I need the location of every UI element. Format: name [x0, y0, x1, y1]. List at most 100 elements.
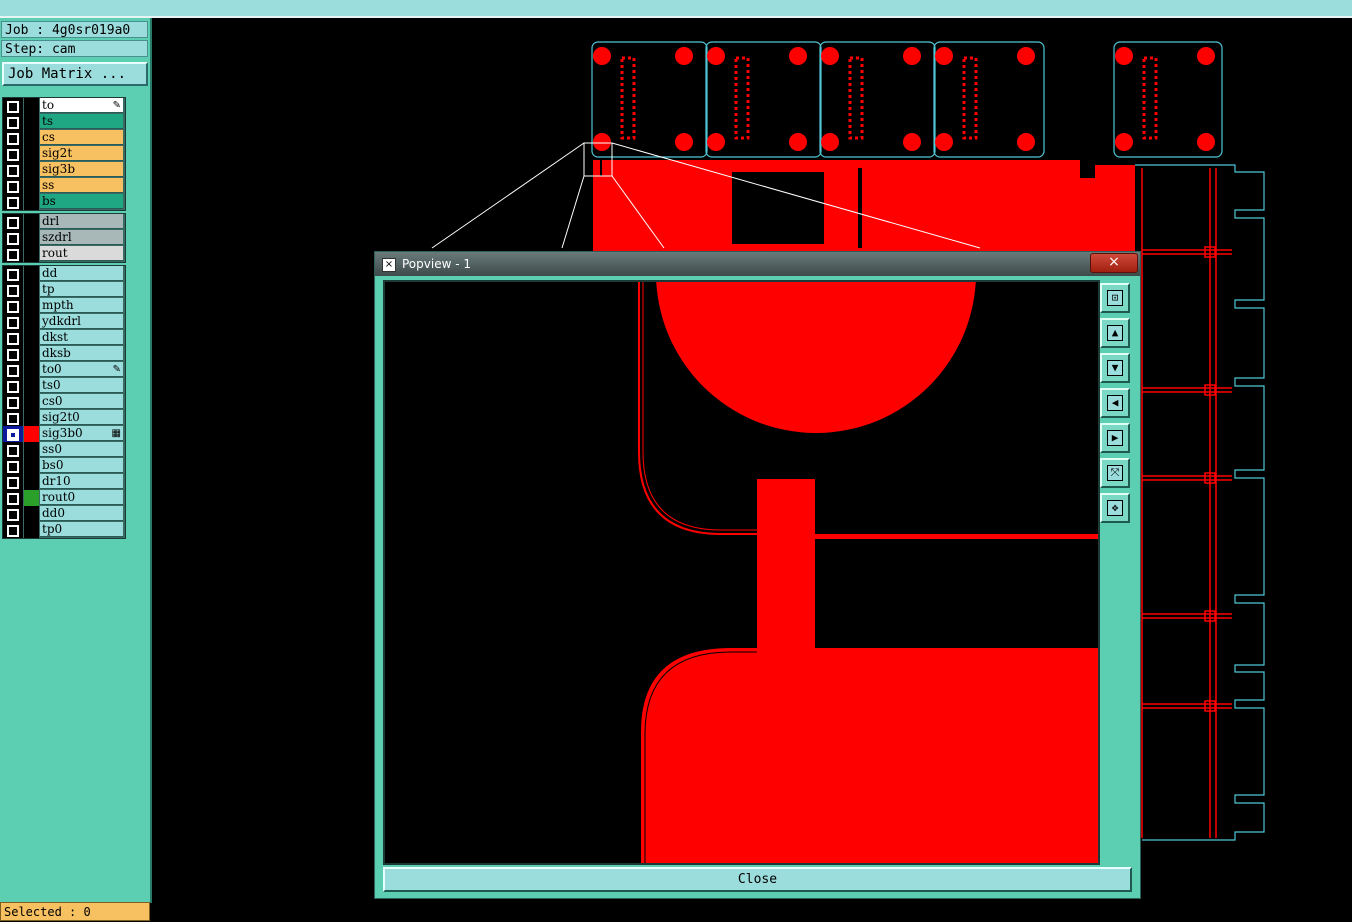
layer-color-swatch[interactable] — [24, 298, 39, 314]
layer-color-swatch[interactable] — [24, 362, 39, 378]
layer-checkbox[interactable] — [7, 429, 19, 441]
layer-name-bs[interactable]: bs — [40, 194, 123, 209]
popview-canvas[interactable] — [383, 280, 1100, 865]
layer-row[interactable]: rout — [3, 246, 123, 262]
zoom-window-button[interactable]: ⊡ — [1100, 283, 1130, 313]
pan-left-button[interactable]: ◀ — [1100, 388, 1130, 418]
layer-row[interactable]: dksb — [3, 346, 123, 362]
layer-checkbox[interactable] — [7, 365, 19, 377]
layer-color-swatch[interactable] — [24, 522, 39, 538]
layer-checkbox[interactable] — [7, 397, 19, 409]
layer-name-rout[interactable]: rout — [40, 246, 123, 261]
layer-row[interactable]: ts0 — [3, 378, 123, 394]
pan-up-button[interactable]: ▲ — [1100, 318, 1130, 348]
job-matrix-button[interactable]: Job Matrix ... — [2, 62, 148, 86]
layer-name-drl[interactable]: drl — [40, 214, 123, 229]
layer-checkbox[interactable] — [7, 493, 19, 505]
layer-color-swatch[interactable] — [24, 266, 39, 282]
layer-name-dkst[interactable]: dkst — [40, 330, 123, 345]
layer-color-swatch[interactable] — [24, 282, 39, 298]
layer-color-swatch[interactable] — [24, 346, 39, 362]
layer-checkbox[interactable] — [7, 217, 19, 229]
layer-color-swatch[interactable] — [24, 214, 39, 230]
layer-color-swatch[interactable] — [24, 178, 39, 194]
layer-row[interactable]: sig2t0 — [3, 410, 123, 426]
layer-color-swatch[interactable] — [24, 410, 39, 426]
layer-color-swatch[interactable] — [24, 394, 39, 410]
layer-checkbox[interactable] — [7, 285, 19, 297]
layer-color-swatch[interactable] — [24, 474, 39, 490]
layer-checkbox[interactable] — [7, 461, 19, 473]
layer-row[interactable]: sig3b0 ▦ — [3, 426, 123, 442]
layer-checkbox[interactable] — [7, 477, 19, 489]
layer-name-mpth[interactable]: mpth — [40, 298, 123, 313]
layer-color-swatch[interactable] — [24, 442, 39, 458]
layer-checkbox[interactable] — [7, 525, 19, 537]
layer-row[interactable]: ydkdrl — [3, 314, 123, 330]
layer-color-swatch[interactable] — [24, 98, 39, 114]
layer-checkbox[interactable] — [7, 269, 19, 281]
layer-color-swatch[interactable] — [24, 114, 39, 130]
layer-name-bs0[interactable]: bs0 — [40, 458, 123, 473]
layer-name-ydkdrl[interactable]: ydkdrl — [40, 314, 123, 329]
layer-checkbox[interactable] — [7, 413, 19, 425]
layer-name-cs[interactable]: cs — [40, 130, 123, 145]
layer-name-dd[interactable]: dd — [40, 266, 123, 281]
layer-row[interactable]: drl — [3, 214, 123, 230]
layer-row[interactable]: sig3b — [3, 162, 123, 178]
layer-name-dd0[interactable]: dd0 — [40, 506, 123, 521]
zoom-fit-button[interactable]: ⤧ — [1100, 458, 1130, 488]
layer-name-ts0[interactable]: ts0 — [40, 378, 123, 393]
layer-name-rout0[interactable]: rout0 — [40, 490, 123, 505]
layer-checkbox[interactable] — [7, 149, 19, 161]
layer-checkbox[interactable] — [7, 181, 19, 193]
zoom-home-button[interactable]: ✥ — [1100, 493, 1130, 523]
layer-checkbox[interactable] — [7, 381, 19, 393]
layer-color-swatch[interactable] — [24, 314, 39, 330]
layer-checkbox[interactable] — [7, 317, 19, 329]
layer-name-cs0[interactable]: cs0 — [40, 394, 123, 409]
layer-row[interactable]: bs — [3, 194, 123, 210]
layer-color-swatch[interactable] — [24, 426, 39, 442]
layer-color-swatch[interactable] — [24, 246, 39, 262]
layer-checkbox[interactable] — [7, 301, 19, 313]
layer-color-swatch[interactable] — [24, 162, 39, 178]
layer-name-sig3b[interactable]: sig3b — [40, 162, 123, 177]
layer-row[interactable]: dd — [3, 266, 123, 282]
layer-name-to[interactable]: to ✎ — [40, 98, 123, 113]
layer-checkbox[interactable] — [7, 349, 19, 361]
layer-row[interactable]: cs — [3, 130, 123, 146]
close-button[interactable]: Close — [383, 867, 1132, 892]
layer-name-tp0[interactable]: tp0 — [40, 522, 123, 537]
layer-row[interactable]: mpth — [3, 298, 123, 314]
layer-row[interactable]: szdrl — [3, 230, 123, 246]
layer-name-sig2t0[interactable]: sig2t0 — [40, 410, 123, 425]
layer-row[interactable]: cs0 — [3, 394, 123, 410]
layer-checkbox[interactable] — [7, 133, 19, 145]
layer-name-tp[interactable]: tp — [40, 282, 123, 297]
layer-row[interactable]: dd0 — [3, 506, 123, 522]
layer-row[interactable]: dkst — [3, 330, 123, 346]
layer-row[interactable]: ss — [3, 178, 123, 194]
layer-checkbox[interactable] — [7, 333, 19, 345]
layer-color-swatch[interactable] — [24, 506, 39, 522]
popview-titlebar[interactable]: × Popview - 1 × — [375, 252, 1140, 276]
layer-checkbox[interactable] — [7, 117, 19, 129]
layer-row[interactable]: sig2t — [3, 146, 123, 162]
layer-checkbox[interactable] — [7, 249, 19, 261]
layer-row[interactable]: bs0 — [3, 458, 123, 474]
layer-checkbox[interactable] — [7, 165, 19, 177]
layer-name-szdrl[interactable]: szdrl — [40, 230, 123, 245]
layer-row[interactable]: rout0 — [3, 490, 123, 506]
layer-name-dksb[interactable]: dksb — [40, 346, 123, 361]
layer-color-swatch[interactable] — [24, 194, 39, 210]
layer-color-swatch[interactable] — [24, 378, 39, 394]
close-icon[interactable]: × — [1090, 253, 1138, 273]
layer-color-swatch[interactable] — [24, 146, 39, 162]
layer-checkbox[interactable] — [7, 509, 19, 521]
layer-name-ts[interactable]: ts — [40, 114, 123, 129]
layer-color-swatch[interactable] — [24, 230, 39, 246]
layer-row[interactable]: to0 ✎ — [3, 362, 123, 378]
layer-name-to0[interactable]: to0 ✎ — [40, 362, 123, 377]
layer-name-sig2t[interactable]: sig2t — [40, 146, 123, 161]
